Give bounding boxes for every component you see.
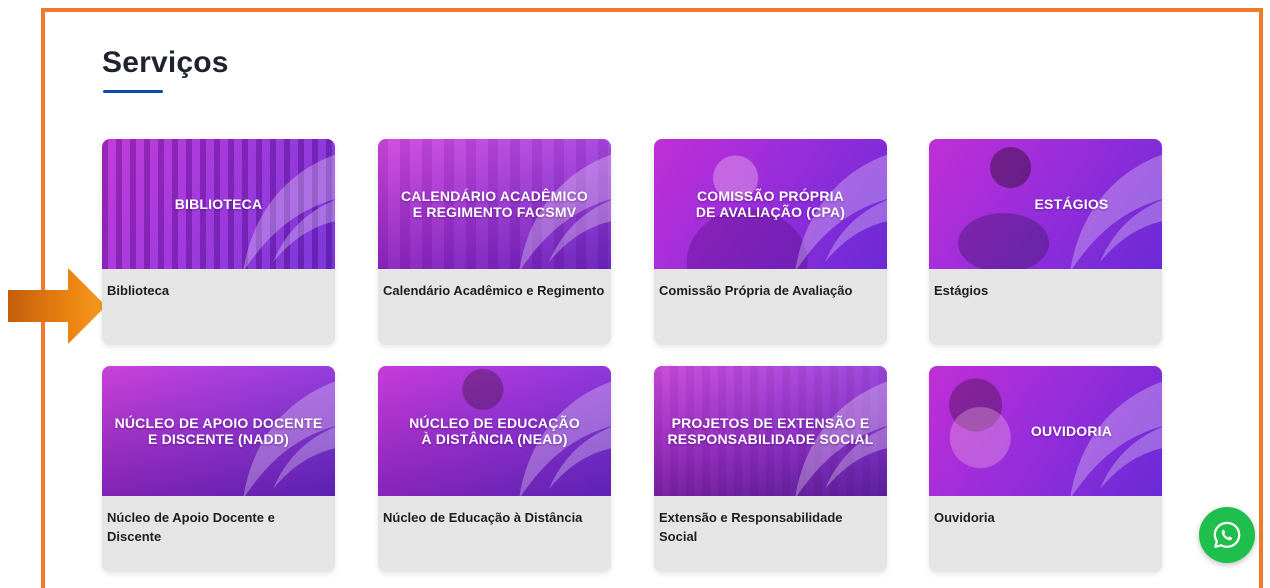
card-banner: COMISSÃO PRÓPRIA DE AVALIAÇÃO (CPA): [695, 188, 846, 220]
card-label: Extensão e Responsabilidade Social: [659, 510, 843, 544]
card-label: Núcleo de Apoio Docente e Discente: [107, 510, 275, 544]
community-house-photo: PROJETOS DE EXTENSÃO E RESPONSABILIDADE …: [654, 366, 887, 496]
service-card-nadd[interactable]: NÚCLEO DE APOIO DOCENTE E DISCENTE (NADD…: [102, 366, 335, 572]
whatsapp-icon: [1213, 521, 1241, 548]
service-card-ouvidoria[interactable]: OUVIDORIA Ouvidoria: [929, 366, 1162, 572]
card-label: Calendário Acadêmico e Regimento: [383, 283, 605, 298]
service-card-extensao[interactable]: PROJETOS DE EXTENSÃO E RESPONSABILIDADE …: [654, 366, 887, 572]
card-banner: BIBLIOTECA: [174, 196, 263, 212]
service-card-nead[interactable]: NÚCLEO DE EDUCAÇÃO À DISTÂNCIA (NEAD) Nú…: [378, 366, 611, 572]
card-label: Estágios: [934, 283, 989, 298]
headset-woman-photo: OUVIDORIA: [929, 366, 1162, 496]
card-banner: ESTÁGIOS: [1034, 196, 1109, 212]
service-card-calendario[interactable]: CALENDÁRIO ACADÊMICO E REGIMENTO FACSMV …: [378, 139, 611, 345]
card-banner: PROJETOS DE EXTENSÃO E RESPONSABILIDADE …: [667, 415, 874, 447]
card-label: Comissão Própria de Avaliação: [659, 283, 853, 298]
library-desk-photo: CALENDÁRIO ACADÊMICO E REGIMENTO FACSMV: [378, 139, 611, 269]
card-banner: CALENDÁRIO ACADÊMICO E REGIMENTO FACSMV: [400, 188, 589, 220]
woman-photo: COMISSÃO PRÓPRIA DE AVALIAÇÃO (CPA): [654, 139, 887, 269]
card-label: Ouvidoria: [934, 510, 995, 525]
section-title: Serviços: [102, 46, 229, 79]
title-underline: [103, 90, 163, 93]
card-banner: NÚCLEO DE APOIO DOCENTE E DISCENTE (NADD…: [114, 415, 323, 447]
library-photo: BIBLIOTECA: [102, 139, 335, 269]
whatsapp-chat-button[interactable]: [1199, 507, 1255, 563]
card-banner: OUVIDORIA: [1030, 423, 1113, 439]
card-label: Núcleo de Educação à Distância: [383, 510, 583, 525]
laptop-woman-photo: NÚCLEO DE EDUCAÇÃO À DISTÂNCIA (NEAD): [378, 366, 611, 496]
card-label: Biblioteca: [107, 283, 170, 298]
service-card-biblioteca[interactable]: BIBLIOTECA Biblioteca: [102, 139, 335, 345]
service-card-estagios[interactable]: ESTÁGIOS Estágios: [929, 139, 1162, 345]
arrow-right-icon: [8, 268, 106, 344]
card-banner: NÚCLEO DE EDUCAÇÃO À DISTÂNCIA (NEAD): [409, 415, 580, 447]
classroom-photo: NÚCLEO DE APOIO DOCENTE E DISCENTE (NADD…: [102, 366, 335, 496]
service-card-cpa[interactable]: COMISSÃO PRÓPRIA DE AVALIAÇÃO (CPA) Comi…: [654, 139, 887, 345]
student-reading-photo: ESTÁGIOS: [929, 139, 1162, 269]
